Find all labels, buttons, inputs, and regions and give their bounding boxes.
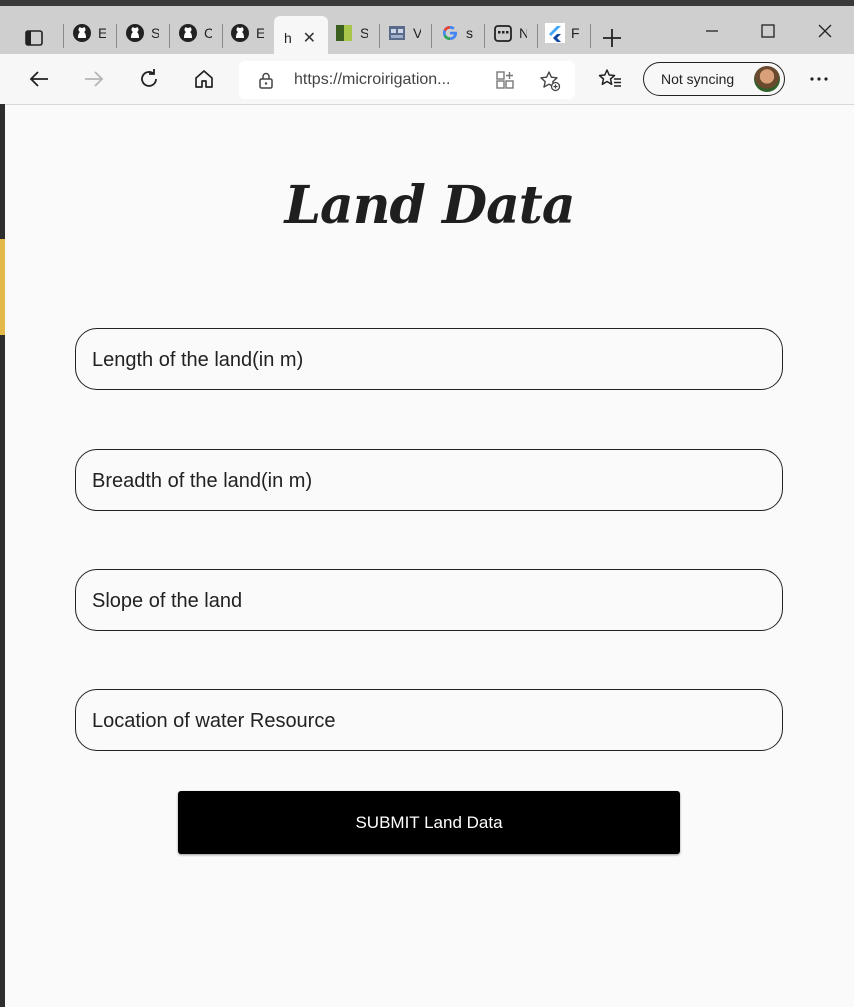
close-window-button[interactable] [810,16,840,46]
water-location-field[interactable] [75,689,783,752]
close-icon [818,24,832,38]
close-tab-icon[interactable]: ✕ [303,28,316,48]
tab-8[interactable]: s [440,12,474,54]
tab-2[interactable]: S [125,12,159,54]
tab-1[interactable]: E [72,12,106,54]
browser-toolbar: https://microirigation... Not syncing [0,54,854,105]
new-tab-button[interactable] [598,24,626,52]
tab-actions-icon [25,30,43,46]
length-input[interactable] [90,329,774,391]
tab-label: E [98,25,106,41]
tab-label: S [360,25,368,41]
lock-icon[interactable] [257,71,275,94]
avatar [754,66,780,92]
tab-separator [379,24,380,48]
submit-land-data-button[interactable]: SUBMIT Land Data [178,791,680,854]
tab-label: h [284,30,292,46]
breadth-input[interactable] [90,450,774,512]
favorites-button[interactable] [595,64,625,94]
breadth-field[interactable] [75,449,783,512]
plus-icon [603,29,621,47]
tab-separator [431,24,432,48]
sync-status-label: Not syncing [661,71,735,87]
tab-separator [222,24,223,48]
tab-label: C [204,25,212,41]
home-icon [195,70,213,88]
tab-separator [590,24,591,48]
minimize-button[interactable] [697,16,727,46]
tab-label: V [413,25,421,41]
page-title: Land Data [284,175,575,236]
address-bar[interactable]: https://microirigation... [239,61,575,99]
refresh-icon [141,69,157,87]
tab-4[interactable]: E [230,12,264,54]
tab-7[interactable]: V [387,12,421,54]
profile-sync-button[interactable]: Not syncing [643,62,785,96]
tab-label: F [571,25,579,41]
tab-separator [537,24,538,48]
tab-label: N [519,25,527,41]
video-icon [387,23,407,43]
home-button[interactable] [189,64,219,94]
flutter-icon [545,23,565,43]
tab-separator [169,24,170,48]
tab-actions-button[interactable] [20,24,48,52]
tab-9[interactable]: N [493,12,527,54]
tab-separator [63,24,64,48]
tab-bar: E S C E h ✕ S V s N F [0,6,854,60]
tab-label: E [256,25,264,41]
refresh-button[interactable] [134,64,164,94]
add-favorite-icon[interactable] [539,70,561,97]
back-button[interactable] [24,64,54,94]
settings-menu-button[interactable] [804,64,834,94]
back-arrow-icon [29,71,48,87]
github-icon [178,23,198,43]
forward-button[interactable] [79,64,109,94]
favorites-icon [598,69,621,87]
green-book-icon [334,23,354,43]
github-icon [230,23,250,43]
more-horizontal-icon [810,77,828,81]
maximize-button[interactable] [753,16,783,46]
tab-6[interactable]: S [334,12,368,54]
slope-field[interactable] [75,569,783,632]
submit-button-label: SUBMIT Land Data [355,812,503,832]
minimize-icon [706,30,718,32]
maximize-icon [761,24,775,38]
tab-10[interactable]: F [545,12,579,54]
length-field[interactable] [75,328,783,391]
tab-label: s [466,25,473,41]
github-icon [125,23,145,43]
google-icon [440,23,460,43]
slope-input[interactable] [90,570,774,632]
tab-separator [484,24,485,48]
web-page: Land Data SUBMIT Land Data [5,105,854,1007]
forward-arrow-icon [85,71,104,87]
water-location-input[interactable] [90,690,774,752]
tab-separator [116,24,117,48]
calendar-icon [493,23,513,43]
tab-3[interactable]: C [178,12,212,54]
address-url[interactable]: https://microirigation... [294,71,451,89]
app-available-icon[interactable] [495,70,515,95]
tab-label: S [151,25,159,41]
github-icon [72,23,92,43]
